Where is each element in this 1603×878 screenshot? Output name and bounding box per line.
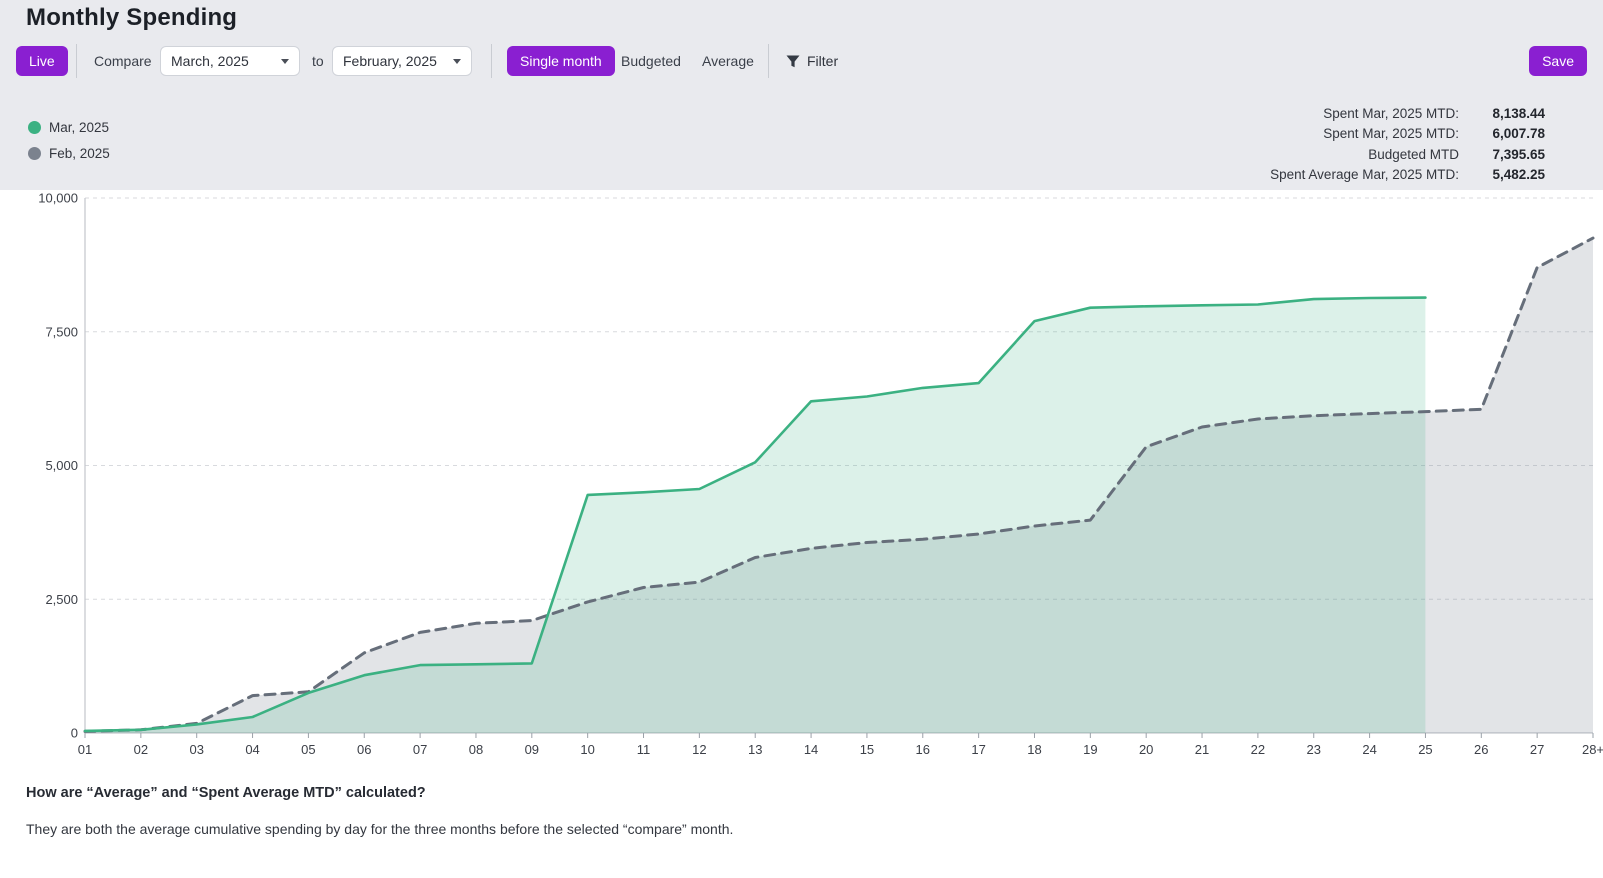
svg-text:22: 22 — [1251, 742, 1265, 757]
stat-label: Budgeted MTD — [1368, 147, 1459, 162]
svg-text:2,500: 2,500 — [45, 592, 78, 607]
svg-text:20: 20 — [1139, 742, 1153, 757]
chart-panel: 0 2,500 5,000 7,500 10,000 01 02 03 04 05 06 07 08 09… — [0, 190, 1603, 765]
legend-label: Mar, 2025 — [49, 120, 109, 135]
svg-text:24: 24 — [1362, 742, 1376, 757]
compare-from-value: March, 2025 — [171, 53, 249, 69]
stat-label: Spent Average Mar, 2025 MTD: — [1270, 167, 1459, 182]
legend-item-feb[interactable]: Feb, 2025 — [28, 143, 110, 163]
page-title: Monthly Spending — [26, 4, 237, 32]
stat-row-budgeted-mtd: Budgeted MTD 7,395.65 — [1270, 144, 1545, 165]
svg-text:28+: 28+ — [1582, 742, 1603, 757]
stat-label: Spent Mar, 2025 MTD: — [1323, 106, 1459, 121]
toolbar-divider — [768, 44, 769, 78]
save-button[interactable]: Save — [1529, 46, 1587, 76]
stat-value: 7,395.65 — [1473, 147, 1545, 162]
filter-button[interactable]: Filter — [786, 46, 838, 76]
toolbar: Live Compare March, 2025 to February, 20… — [0, 46, 1603, 77]
compare-to-dropdown[interactable]: February, 2025 — [332, 46, 472, 76]
svg-text:12: 12 — [692, 742, 706, 757]
single-month-button[interactable]: Single month — [507, 46, 615, 76]
chevron-down-icon — [281, 59, 289, 64]
svg-text:27: 27 — [1530, 742, 1544, 757]
legend-dot-green — [28, 121, 41, 134]
compare-to-value: February, 2025 — [343, 53, 437, 69]
svg-text:03: 03 — [189, 742, 203, 757]
stat-value: 6,007.78 — [1473, 126, 1545, 141]
legend-label: Feb, 2025 — [49, 146, 110, 161]
filter-label: Filter — [807, 53, 838, 69]
svg-text:16: 16 — [916, 742, 930, 757]
legend-dot-gray — [28, 147, 41, 160]
stat-row-spent-average-mtd: Spent Average Mar, 2025 MTD: 5,482.25 — [1270, 165, 1545, 186]
legend-item-mar[interactable]: Mar, 2025 — [28, 117, 110, 137]
svg-text:5,000: 5,000 — [45, 458, 78, 473]
average-button[interactable]: Average — [694, 46, 762, 76]
svg-text:01: 01 — [78, 742, 92, 757]
chevron-down-icon — [453, 59, 461, 64]
svg-text:04: 04 — [245, 742, 259, 757]
svg-text:26: 26 — [1474, 742, 1488, 757]
explanation-footer: How are “Average” and “Spent Average MTD… — [26, 785, 1576, 837]
svg-text:11: 11 — [637, 742, 651, 757]
compare-from-dropdown[interactable]: March, 2025 — [160, 46, 300, 76]
svg-text:10: 10 — [580, 742, 594, 757]
svg-text:23: 23 — [1307, 742, 1321, 757]
svg-text:0: 0 — [71, 726, 78, 741]
svg-text:25: 25 — [1418, 742, 1432, 757]
spending-chart: 0 2,500 5,000 7,500 10,000 01 02 03 04 05 06 07 08 09… — [0, 190, 1603, 765]
svg-text:09: 09 — [525, 742, 539, 757]
stat-row-spent-compare-mtd: Spent Mar, 2025 MTD: 6,007.78 — [1270, 124, 1545, 145]
chart-legend: Mar, 2025 Feb, 2025 — [28, 117, 110, 169]
svg-text:08: 08 — [469, 742, 483, 757]
toolbar-divider — [491, 44, 492, 78]
svg-text:13: 13 — [748, 742, 762, 757]
stat-value: 5,482.25 — [1473, 167, 1545, 182]
live-button[interactable]: Live — [16, 46, 68, 76]
stat-label: Spent Mar, 2025 MTD: — [1323, 126, 1459, 141]
stat-value: 8,138.44 — [1473, 106, 1545, 121]
svg-text:15: 15 — [860, 742, 874, 757]
svg-text:21: 21 — [1195, 742, 1209, 757]
svg-text:17: 17 — [971, 742, 985, 757]
to-label: to — [312, 46, 324, 76]
funnel-icon — [786, 55, 800, 68]
summary-stats: Spent Mar, 2025 MTD: 8,138.44 Spent Mar,… — [1270, 103, 1545, 185]
compare-label: Compare — [94, 46, 152, 76]
svg-text:05: 05 — [301, 742, 315, 757]
explanation-body: They are both the average cumulative spe… — [26, 821, 1576, 837]
svg-text:06: 06 — [357, 742, 371, 757]
svg-text:07: 07 — [413, 742, 427, 757]
svg-text:02: 02 — [134, 742, 148, 757]
svg-text:19: 19 — [1083, 742, 1097, 757]
svg-text:10,000: 10,000 — [38, 191, 78, 206]
toolbar-divider — [76, 44, 77, 78]
budgeted-button[interactable]: Budgeted — [613, 46, 689, 76]
svg-text:7,500: 7,500 — [45, 324, 78, 339]
svg-text:18: 18 — [1027, 742, 1041, 757]
svg-text:14: 14 — [804, 742, 818, 757]
stat-row-spent-mtd: Spent Mar, 2025 MTD: 8,138.44 — [1270, 103, 1545, 124]
explanation-heading: How are “Average” and “Spent Average MTD… — [26, 785, 1576, 801]
